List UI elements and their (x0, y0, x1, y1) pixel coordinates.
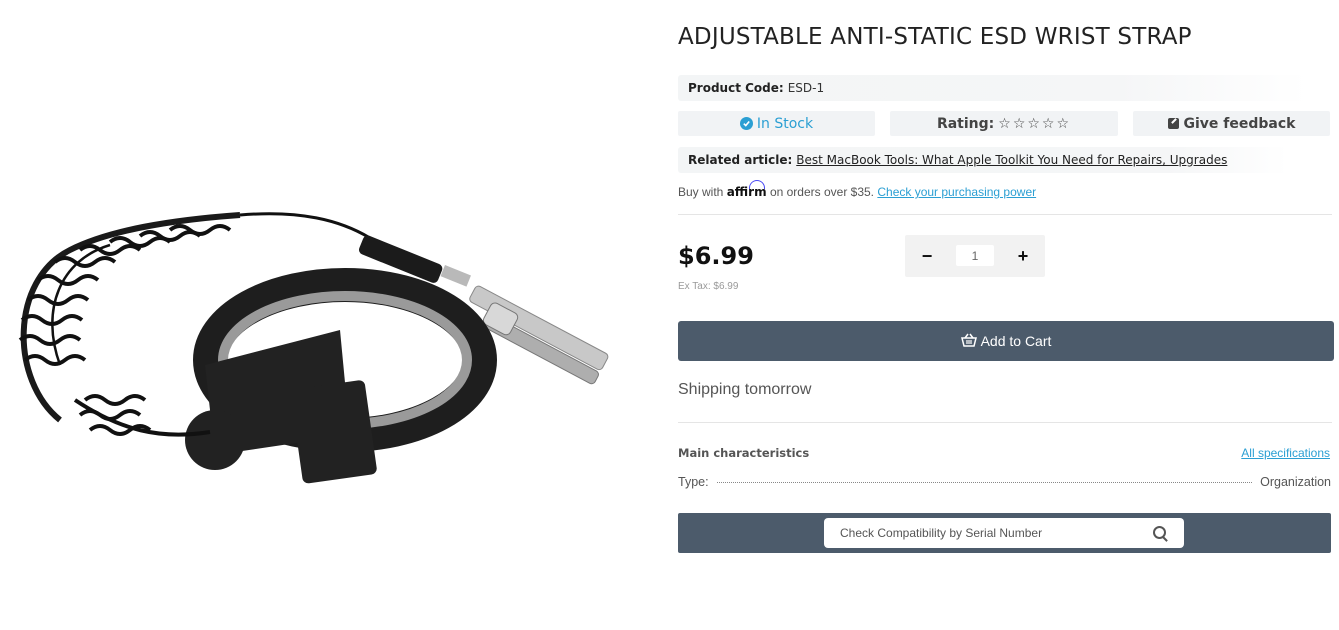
rating-label: Rating: (936, 115, 995, 132)
add-to-cart-label: Add to Cart (980, 333, 1052, 349)
search-icon[interactable] (1153, 526, 1166, 539)
wrist-strap-illustration (18, 212, 609, 484)
price: $6.99 (678, 242, 754, 270)
spec-dots (716, 482, 1253, 483)
divider (678, 214, 1332, 215)
product-code-value: ESD-1 (787, 81, 825, 95)
compatibility-bar (678, 513, 1331, 553)
spec-row: Type: Organization (678, 475, 1331, 489)
affirm-suffix: on orders over $35. (769, 185, 875, 199)
give-feedback-label: Give feedback (1183, 115, 1296, 132)
quantity-increase-button[interactable]: + (1003, 235, 1043, 277)
shipping-info: Shipping tomorrow (678, 381, 812, 398)
quantity-stepper: − + (905, 235, 1045, 277)
spec-label: Type: (678, 475, 709, 489)
serial-search-box (824, 518, 1184, 548)
related-article-row: Related article: Best MacBook Tools: Wha… (678, 147, 1288, 173)
give-feedback-button[interactable]: Give feedback (1133, 111, 1330, 136)
purchasing-power-link[interactable]: Check your purchasing power (877, 185, 1036, 199)
ex-tax-price: Ex Tax: $6.99 (678, 281, 739, 292)
status-row: In Stock Rating: ☆☆☆☆☆ Give feedback (678, 111, 1334, 136)
related-article-link[interactable]: Best MacBook Tools: What Apple Toolkit Y… (796, 153, 1227, 167)
affirm-row: Buy with affirm on orders over $35. Chec… (678, 185, 1036, 199)
add-to-cart-button[interactable]: Add to Cart (678, 321, 1334, 361)
divider (678, 422, 1332, 423)
rating-box: Rating: ☆☆☆☆☆ (890, 111, 1118, 136)
edit-icon (1167, 118, 1179, 129)
spec-value: Organization (1260, 475, 1331, 489)
main-characteristics-heading: Main characteristics (678, 446, 810, 460)
quantity-input[interactable] (956, 245, 994, 266)
product-title: ADJUSTABLE ANTI-STATIC ESD WRIST STRAP (678, 24, 1192, 50)
product-code-label: Product Code: (688, 81, 784, 95)
quantity-decrease-button[interactable]: − (907, 235, 947, 277)
stock-label: In Stock (756, 115, 814, 132)
product-code-row: Product Code: ESD-1 (678, 75, 1308, 101)
check-circle-icon (739, 117, 753, 130)
stock-status: In Stock (678, 111, 875, 136)
affirm-prefix: Buy with (678, 185, 724, 199)
basket-icon (960, 333, 977, 350)
serial-number-input[interactable] (840, 518, 1140, 548)
product-image[interactable] (0, 150, 650, 510)
affirm-logo: affirm (726, 185, 767, 199)
rating-stars[interactable]: ☆☆☆☆☆ (998, 116, 1071, 132)
all-specifications-link[interactable]: All specifications (1241, 446, 1330, 460)
related-article-label: Related article: (688, 153, 793, 167)
